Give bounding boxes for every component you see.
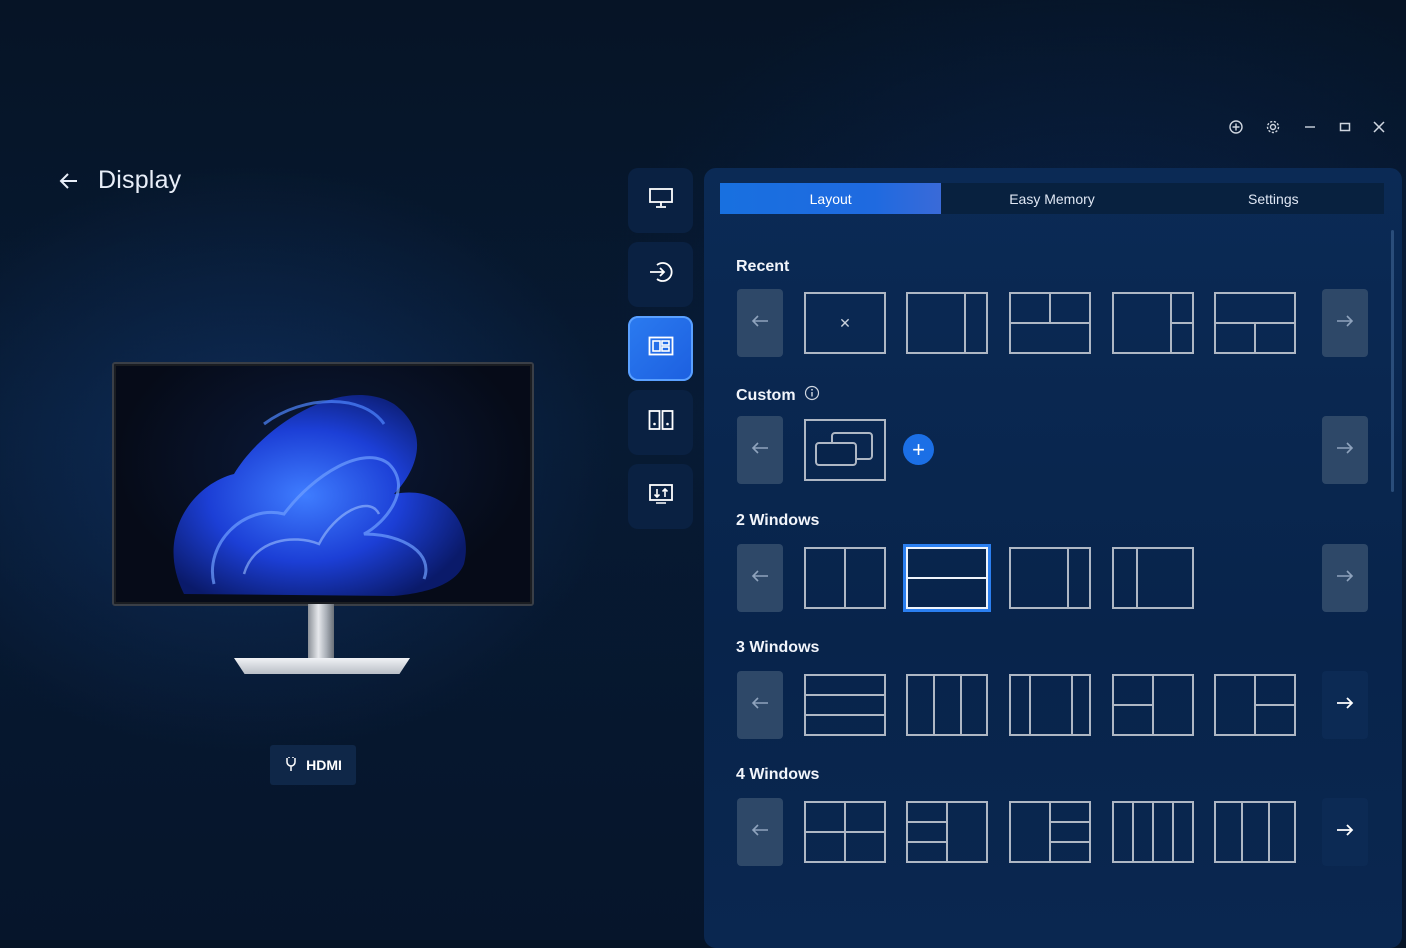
layout-tile[interactable]: [1214, 801, 1296, 863]
tab-layout[interactable]: Layout: [720, 183, 942, 214]
bloom-wallpaper: [173, 394, 466, 596]
arrow-left-icon: [751, 696, 769, 715]
two-next-button[interactable]: [1322, 544, 1368, 612]
tab-settings[interactable]: Settings: [1163, 183, 1384, 214]
plus-icon: +: [912, 436, 925, 462]
close-icon[interactable]: [1368, 116, 1390, 138]
layout-tile[interactable]: [1112, 801, 1194, 863]
section-4-windows-label: 4 Windows: [736, 766, 819, 784]
four-next-button[interactable]: [1322, 798, 1368, 866]
scrollbar[interactable]: [1391, 230, 1394, 492]
layout-tile[interactable]: [804, 547, 886, 609]
four-prev-button[interactable]: [737, 798, 783, 866]
arrow-left-icon: [751, 569, 769, 588]
custom-layout-tile[interactable]: [804, 419, 886, 481]
target-icon[interactable]: [1225, 116, 1247, 138]
layout-tile-empty[interactable]: ✕: [804, 292, 886, 354]
section-2-windows-label: 2 Windows: [736, 512, 819, 530]
rail-adjust-button[interactable]: [628, 464, 693, 529]
add-custom-layout-button[interactable]: +: [903, 434, 934, 465]
layout-tile[interactable]: [1214, 292, 1296, 354]
custom-label: Custom: [736, 386, 796, 404]
arrow-right-icon: [1336, 569, 1354, 588]
gear-icon[interactable]: [1262, 116, 1284, 138]
arrow-right-icon: [1336, 314, 1354, 333]
layout-tile[interactable]: [1112, 292, 1194, 354]
section-recent-label: Recent: [736, 258, 789, 276]
input-source-icon: [648, 260, 674, 289]
three-prev-button[interactable]: [737, 671, 783, 739]
four-windows-label: 4 Windows: [736, 766, 820, 783]
recent-prev-button[interactable]: [737, 289, 783, 357]
maximize-icon[interactable]: [1334, 116, 1356, 138]
layout-tile[interactable]: [804, 801, 886, 863]
section-custom-label: Custom: [736, 385, 820, 406]
section-3-windows-label: 3 Windows: [736, 639, 819, 657]
layout-tile[interactable]: [1009, 292, 1091, 354]
two-prev-button[interactable]: [737, 544, 783, 612]
tab-bar: Layout Easy Memory Settings: [720, 183, 1384, 214]
arrow-right-icon: [1336, 441, 1354, 460]
tab-easy-memory[interactable]: Easy Memory: [941, 183, 1162, 214]
info-icon[interactable]: [804, 385, 820, 406]
close-icon: ✕: [839, 314, 851, 331]
recent-label: Recent: [736, 258, 790, 275]
layout-tile[interactable]: [1214, 674, 1296, 736]
display-adjust-icon: [648, 483, 674, 510]
layout-icon: [648, 336, 674, 361]
monitor-screen: [112, 362, 534, 606]
rail-input-button[interactable]: [628, 242, 693, 307]
three-next-button[interactable]: [1322, 671, 1368, 739]
recent-next-button[interactable]: [1322, 289, 1368, 357]
monitor-icon: [648, 187, 674, 214]
arrow-left-icon: [751, 314, 769, 333]
layout-tile[interactable]: [906, 674, 988, 736]
layout-tile[interactable]: [804, 674, 886, 736]
layout-tile[interactable]: [1112, 547, 1194, 609]
input-label: HDMI: [306, 757, 342, 773]
arrow-left-icon: [751, 823, 769, 842]
layout-tile[interactable]: [1112, 674, 1194, 736]
layout-tile[interactable]: [906, 292, 988, 354]
back-arrow-icon[interactable]: [58, 170, 80, 192]
pip-pbp-icon: [648, 409, 674, 436]
rail-monitor-button[interactable]: [628, 168, 693, 233]
layout-tile-selected[interactable]: [906, 547, 988, 609]
layout-tile[interactable]: [1009, 801, 1091, 863]
page-title: Display: [98, 166, 182, 194]
custom-next-button[interactable]: [1322, 416, 1368, 484]
minimize-icon[interactable]: [1299, 116, 1321, 138]
arrow-left-icon: [751, 441, 769, 460]
arrow-right-icon: [1336, 823, 1354, 842]
overlap-windows-icon: [815, 432, 873, 466]
custom-prev-button[interactable]: [737, 416, 783, 484]
rail-layout-button[interactable]: [628, 316, 693, 381]
plug-icon: [284, 756, 298, 775]
layout-panel: Layout Easy Memory Settings Recent ✕ Cus…: [704, 168, 1402, 948]
layout-tile[interactable]: [1009, 547, 1091, 609]
three-windows-label: 3 Windows: [736, 639, 820, 656]
input-badge[interactable]: HDMI: [270, 745, 356, 785]
layout-tile[interactable]: [906, 801, 988, 863]
monitor-image: [112, 362, 534, 682]
monitor-base: [234, 658, 410, 674]
rail-pbp-button[interactable]: [628, 390, 693, 455]
two-windows-label: 2 Windows: [736, 512, 820, 529]
page-header: Display: [58, 166, 181, 195]
layout-tile[interactable]: [1009, 674, 1091, 736]
arrow-right-icon: [1336, 696, 1354, 715]
